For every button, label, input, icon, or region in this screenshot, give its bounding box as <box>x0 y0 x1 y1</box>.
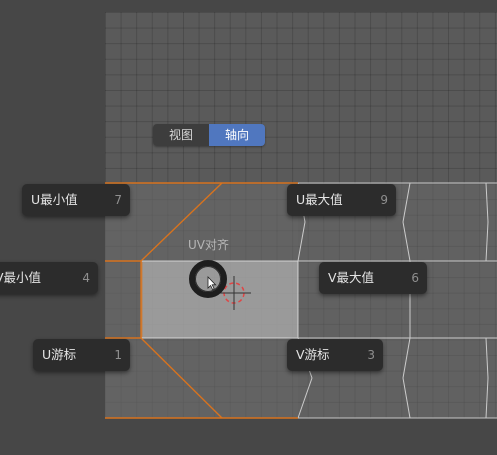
pie-item-v-min-key: 4 <box>82 271 90 285</box>
toggle-option-view[interactable]: 视图 <box>153 124 209 146</box>
uv-editor-viewport[interactable]: 视图 轴向 UV对齐 U最小值 7 U最大值 9 V最小值 4 V最大值 6 U… <box>0 0 497 455</box>
pie-item-u-max-label: U最大值 <box>296 192 343 207</box>
pie-menu-title: UV对齐 <box>188 238 229 252</box>
pie-item-u-min[interactable]: U最小值 7 <box>22 184 130 216</box>
pie-item-v-max-key: 6 <box>411 271 419 285</box>
pie-item-v-max[interactable]: V最大值 6 <box>319 262 427 294</box>
pie-item-u-cursor-key: 1 <box>114 348 122 362</box>
toggle-option-axis[interactable]: 轴向 <box>209 124 265 146</box>
pie-item-v-cursor-label: V游标 <box>296 347 330 362</box>
align-mode-toggle[interactable]: 视图 轴向 <box>153 124 265 146</box>
uv-face-right-column[interactable] <box>298 183 497 418</box>
pie-item-u-cursor[interactable]: U游标 1 <box>33 339 130 371</box>
pie-item-v-min[interactable]: V最小值 4 <box>0 262 98 294</box>
pie-item-u-cursor-label: U游标 <box>42 347 77 362</box>
pie-item-u-max-key: 9 <box>380 193 388 207</box>
mouse-pointer-icon <box>207 276 217 291</box>
pie-item-u-min-key: 7 <box>114 193 122 207</box>
pie-item-u-min-label: U最小值 <box>31 192 78 207</box>
pie-item-v-max-label: V最大值 <box>328 270 375 285</box>
pie-item-v-cursor-key: 3 <box>367 348 375 362</box>
pie-item-v-cursor[interactable]: V游标 3 <box>287 339 383 371</box>
uv-mesh-overlay <box>105 182 497 419</box>
pie-center-ring-icon <box>189 260 227 298</box>
pie-item-v-min-label: V最小值 <box>0 270 42 285</box>
pie-item-u-max[interactable]: U最大值 9 <box>287 184 396 216</box>
